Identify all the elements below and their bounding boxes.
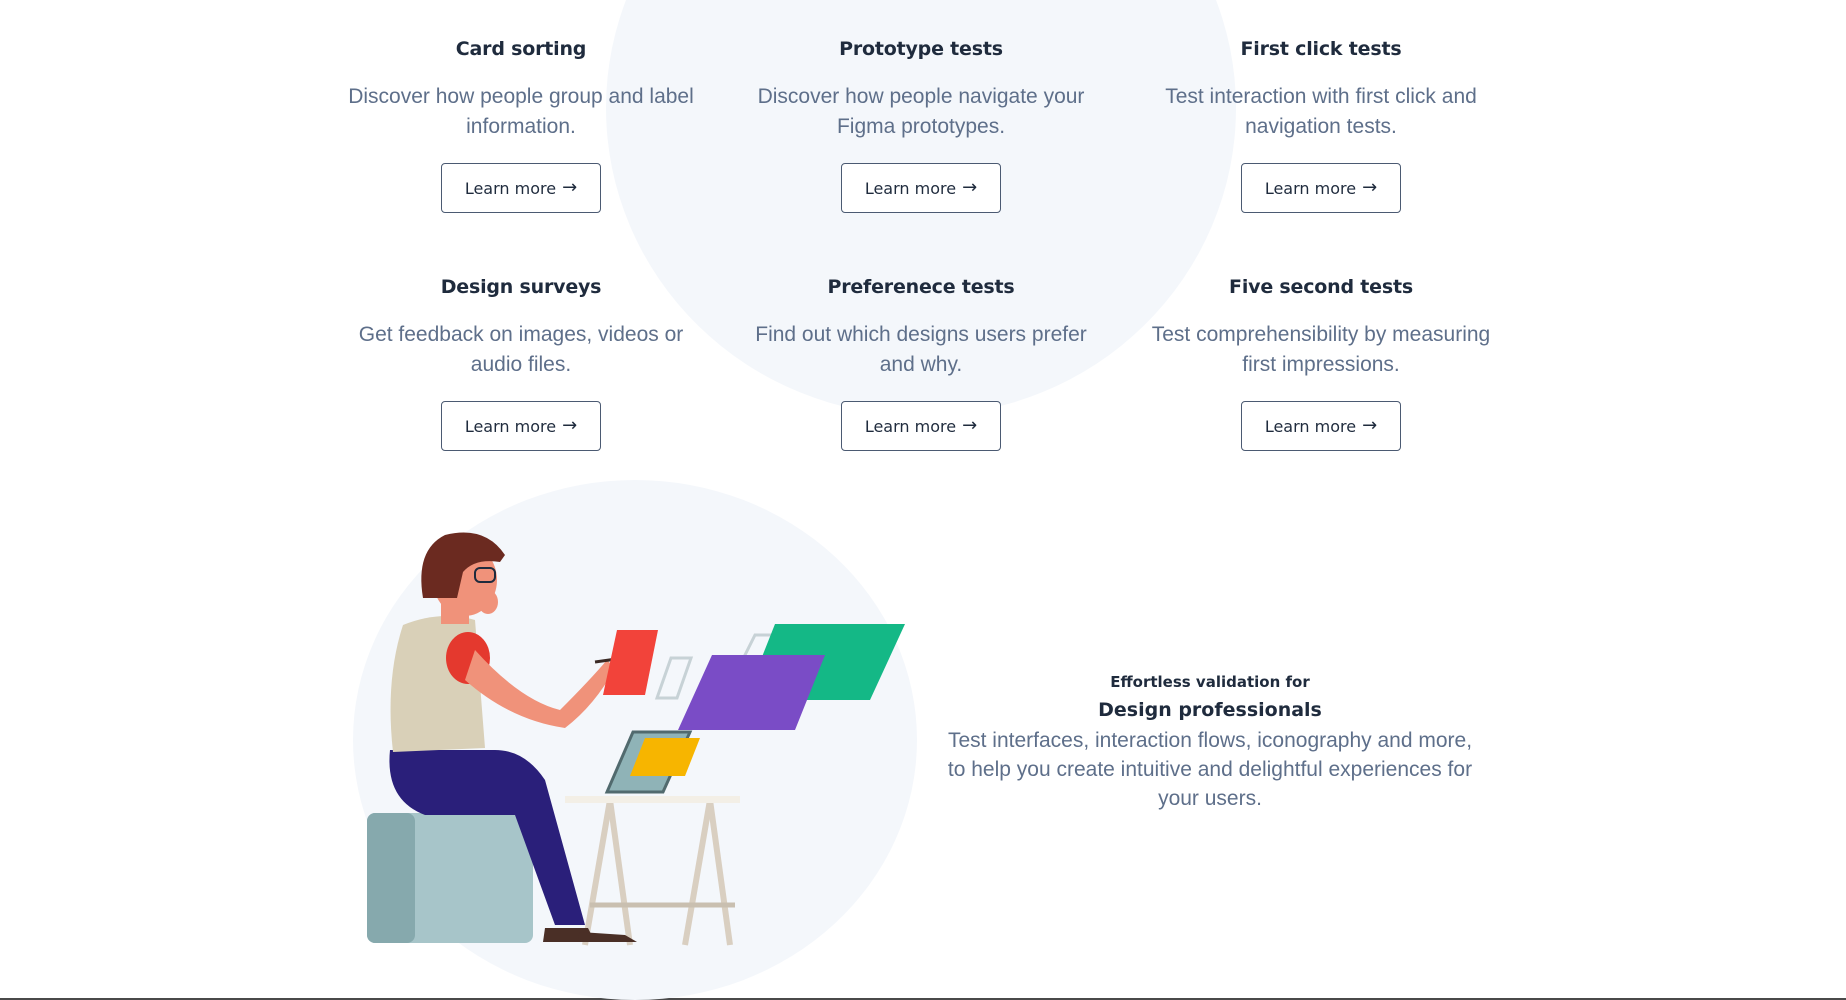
learn-more-button[interactable]: Learn more → <box>1241 401 1401 451</box>
learn-more-button[interactable]: Learn more → <box>1241 163 1401 213</box>
learn-more-button[interactable]: Learn more → <box>441 163 601 213</box>
button-label: Learn more <box>1264 416 1357 436</box>
feature-title: First click tests <box>1240 38 1402 60</box>
feature-description: Get feedback on images, videos or audio … <box>358 323 684 376</box>
feature-description: Test interaction with first click and na… <box>1165 85 1477 138</box>
arrow-right-icon: → <box>1362 177 1378 198</box>
feature-title: Preferenece tests <box>827 276 1015 298</box>
arrow-right-icon: → <box>562 415 578 436</box>
designer-illustration <box>353 480 917 1000</box>
feature-description: Test comprehensibility by measuring firs… <box>1151 323 1491 376</box>
feature-description: Find out which designs users prefer and … <box>755 323 1087 376</box>
feature-title: Prototype tests <box>839 38 1003 60</box>
button-label: Learn more <box>864 178 957 198</box>
feature-card-card-sorting: Card sorting Discover how people group a… <box>321 36 721 213</box>
hand <box>478 590 498 614</box>
arrow-right-icon: → <box>962 177 978 198</box>
learn-more-button[interactable]: Learn more → <box>841 163 1001 213</box>
feature-description: Discover how people navigate your Figma … <box>757 85 1085 138</box>
feature-title: Five second tests <box>1229 276 1413 298</box>
button-label: Learn more <box>464 416 557 436</box>
learn-more-button[interactable]: Learn more → <box>841 401 1001 451</box>
button-label: Learn more <box>464 178 557 198</box>
button-label: Learn more <box>1264 178 1357 198</box>
feature-title: Design surveys <box>440 276 602 298</box>
arrow-right-icon: → <box>962 415 978 436</box>
button-label: Learn more <box>864 416 957 436</box>
learn-more-button[interactable]: Learn more → <box>441 401 601 451</box>
feature-title: Card sorting <box>455 38 587 60</box>
feature-card-prototype-tests: Prototype tests Discover how people navi… <box>721 36 1121 213</box>
feature-card-design-surveys: Design surveys Get feedback on images, v… <box>321 274 721 451</box>
stool-shade <box>367 813 415 943</box>
feature-card-five-second-tests: Five second tests Test comprehensibility… <box>1121 274 1521 451</box>
promo-section: Effortless validation for Design profess… <box>940 672 1480 813</box>
promo-eyebrow: Effortless validation for <box>1110 673 1310 691</box>
feature-description: Discover how people group and label info… <box>348 85 694 138</box>
promo-body: Test interfaces, interaction flows, icon… <box>947 729 1473 810</box>
feature-card-preference-tests: Preferenece tests Find out which designs… <box>721 274 1121 451</box>
feature-card-first-click-tests: First click tests Test interaction with … <box>1121 36 1521 213</box>
desk-top <box>565 796 740 803</box>
promo-headline: Design professionals <box>1098 699 1322 721</box>
arrow-right-icon: → <box>1362 415 1378 436</box>
arrow-right-icon: → <box>562 177 578 198</box>
